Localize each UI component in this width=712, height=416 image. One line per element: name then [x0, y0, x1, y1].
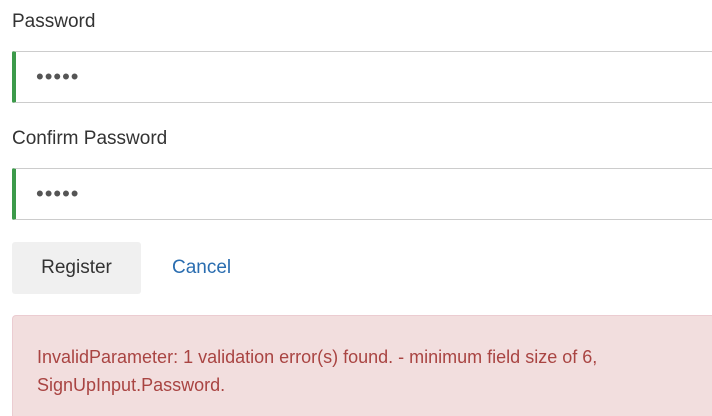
register-button[interactable]: Register [12, 242, 141, 294]
password-input[interactable] [12, 51, 712, 103]
confirm-password-input[interactable] [12, 168, 712, 220]
error-message: InvalidParameter: 1 validation error(s) … [37, 347, 598, 395]
password-label: Password [12, 11, 96, 32]
confirm-password-label: Confirm Password [12, 128, 168, 149]
signup-form: Password Confirm Password Register Cance… [0, 0, 712, 416]
cancel-link[interactable]: Cancel [172, 257, 231, 279]
error-alert: InvalidParameter: 1 validation error(s) … [12, 315, 712, 416]
